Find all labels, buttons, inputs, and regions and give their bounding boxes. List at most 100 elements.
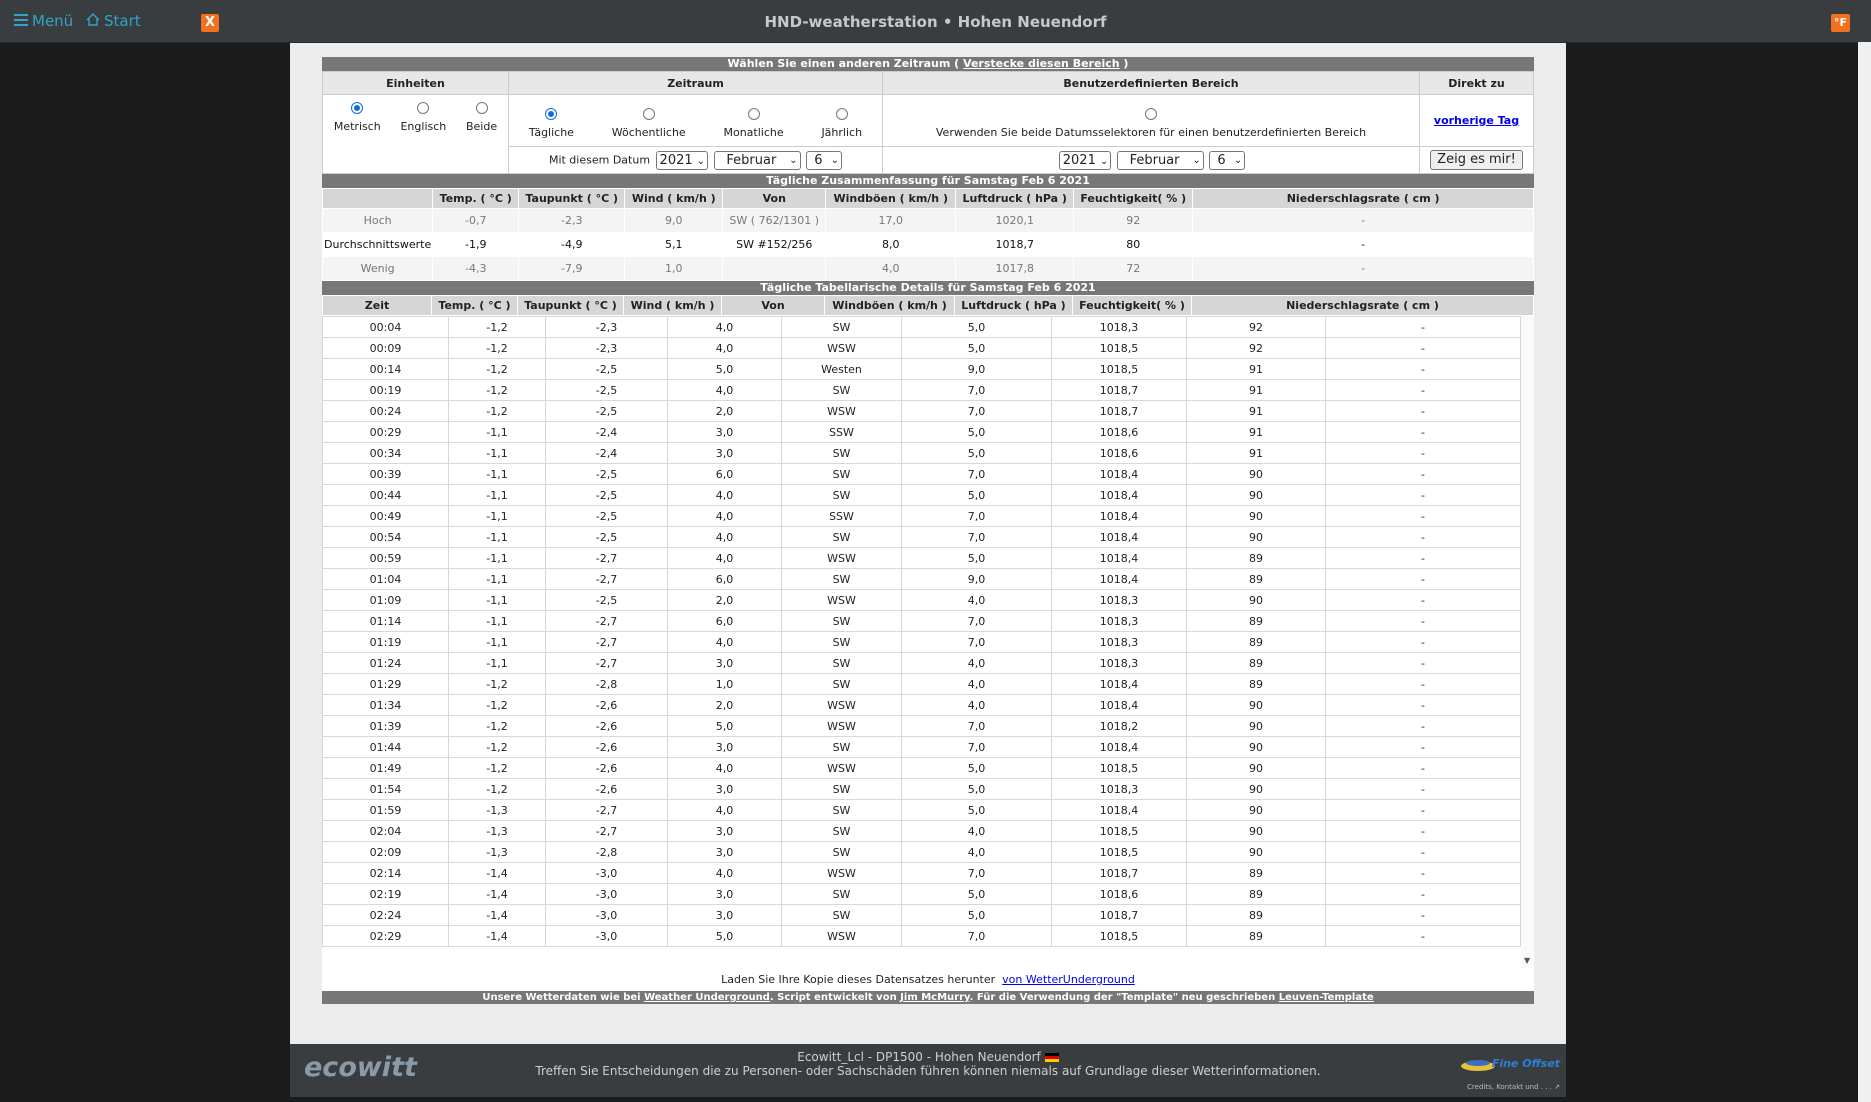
- custom-range-header: Benutzerdefinierten Bereich: [882, 71, 1420, 95]
- table-cell: -: [1325, 757, 1521, 779]
- units-radio-0[interactable]: Metrisch: [334, 102, 381, 133]
- jim-mcmurry-link[interactable]: Jim McMurry: [900, 992, 969, 1003]
- table-cell: 00:19: [322, 379, 449, 401]
- previous-day-link[interactable]: vorherige Tag: [1434, 114, 1519, 127]
- summary-cell: SW #152/256: [722, 232, 827, 257]
- year-select[interactable]: 2021 ⌄: [655, 150, 709, 170]
- credits-text-3: . Für die Verwendung der "Template" neu …: [969, 992, 1279, 1003]
- period-radio-circle[interactable]: [545, 108, 558, 120]
- details-column-header: Temp. ( °C ): [431, 295, 518, 316]
- table-cell: -1,1: [448, 421, 546, 443]
- details-scrollbar[interactable]: ▼: [1521, 316, 1534, 968]
- period-radio-0[interactable]: Tägliche: [529, 108, 574, 139]
- period-radio-3[interactable]: Jährlich: [821, 108, 862, 139]
- custom-range-radio-circle[interactable]: [1145, 108, 1157, 120]
- table-cell: 4,0: [667, 862, 782, 884]
- summary-cell: 1020,1: [955, 208, 1075, 233]
- details-column-header: Luftdruck ( hPa ): [954, 295, 1073, 316]
- period-radio-circle[interactable]: [747, 108, 760, 120]
- table-cell: -: [1325, 400, 1521, 422]
- summary-cell: -7,9: [518, 256, 626, 281]
- table-cell: -: [1325, 631, 1521, 653]
- table-cell: 91: [1186, 442, 1326, 464]
- site-title: HND-weatherstation • Hohen Neuendorf: [764, 13, 1107, 31]
- table-cell: 1018,6: [1051, 421, 1187, 443]
- units-radio-circle[interactable]: [417, 102, 430, 114]
- custom-month-select[interactable]: Februar ⌄: [1116, 150, 1204, 170]
- credits-contact-link[interactable]: Credits, Kontakt und . . . ↗: [1467, 1083, 1560, 1091]
- table-cell: -1,1: [448, 631, 546, 653]
- table-cell: 7,0: [901, 610, 1052, 632]
- table-row: 01:49 -1,2 -2,6 4,0 WSW 5,0 1018,5 90-: [322, 757, 1521, 779]
- table-cell: SW: [781, 883, 902, 905]
- chevron-down-icon: ⌄: [1099, 155, 1109, 167]
- table-row: 01:14 -1,1 -2,7 6,0 SW 7,0 1018,3 89-: [322, 610, 1521, 632]
- table-cell: -: [1325, 484, 1521, 506]
- table-row: 02:09 -1,3 -2,8 3,0 SW 4,0 1018,5 90-: [322, 841, 1521, 863]
- units-radio-2[interactable]: Beide: [466, 102, 497, 133]
- details-scroll-area[interactable]: 00:04 -1,2 -2,3 4,0 SW 5,0 1018,3 92-00:09 -1,2-…: [322, 316, 1534, 968]
- page-scrollbar[interactable]: [1858, 42, 1871, 1102]
- weather-underground-link[interactable]: Weather Underground: [644, 992, 770, 1003]
- summary-column-header: Feuchtigkeit( % ): [1073, 188, 1194, 209]
- table-cell: -: [1325, 379, 1521, 401]
- period-radio-circle[interactable]: [642, 108, 655, 120]
- table-cell: 1018,5: [1051, 757, 1187, 779]
- table-cell: 1018,4: [1051, 694, 1187, 716]
- table-cell: -: [1325, 883, 1521, 905]
- table-cell: 5,0: [901, 442, 1052, 464]
- wunderground-download-link[interactable]: von WetterUnderground: [1002, 973, 1135, 986]
- hide-section-link[interactable]: Verstecke diesen Bereich: [963, 57, 1120, 70]
- table-cell: 89: [1186, 568, 1326, 590]
- custom-day-select-value: 6: [1217, 152, 1226, 168]
- fahrenheit-toggle-button[interactable]: °F: [1831, 14, 1850, 32]
- table-cell: 01:49: [322, 757, 449, 779]
- table-cell: 1018,3: [1051, 652, 1187, 674]
- units-radio-circle[interactable]: [475, 102, 488, 114]
- units-radio-label: Beide: [465, 120, 498, 133]
- leuven-template-link[interactable]: Leuven-Template: [1279, 992, 1374, 1003]
- table-cell: 5,0: [901, 799, 1052, 821]
- table-cell: WSW: [781, 337, 902, 359]
- table-cell: -2,3: [545, 316, 668, 338]
- table-cell: -1,4: [448, 904, 546, 926]
- table-cell: 1018,3: [1051, 778, 1187, 800]
- table-cell: 01:14: [322, 610, 449, 632]
- table-cell: -1,2: [448, 673, 546, 695]
- units-radio-circle[interactable]: [351, 102, 364, 114]
- show-me-button[interactable]: Zeig es mir!: [1430, 150, 1523, 170]
- table-cell: 1018,4: [1051, 799, 1187, 821]
- chevron-down-icon: ⌄: [1192, 154, 1201, 166]
- custom-date-picker-cell: 2021 ⌄ Februar ⌄ 6 ⌄: [882, 146, 1420, 174]
- table-row: 02:19 -1,4 -3,0 3,0 SW 5,0 1018,6 89-: [322, 883, 1521, 905]
- summary-cell: Hoch: [321, 208, 434, 233]
- period-radio-1[interactable]: Wöchentliche: [612, 108, 686, 139]
- details-title: Tägliche Tabellarische Details für Samst…: [322, 281, 1534, 295]
- custom-range-radio[interactable]: Verwenden Sie beide Datumsselektoren für…: [884, 102, 1418, 139]
- table-cell: 00:09: [322, 337, 449, 359]
- units-radio-1[interactable]: Englisch: [400, 102, 446, 133]
- date-picker-cell: Mit diesem Datum 2021 ⌄ Februar ⌄ 6 ⌄: [508, 146, 883, 174]
- table-cell: 1018,4: [1051, 568, 1187, 590]
- table-cell: SW: [781, 610, 902, 632]
- table-cell: 1018,4: [1051, 547, 1187, 569]
- period-radio-circle[interactable]: [835, 108, 848, 120]
- units-radio-label: Metrisch: [333, 120, 381, 133]
- day-select[interactable]: 6 ⌄: [806, 150, 843, 170]
- table-cell: -2,5: [545, 505, 668, 527]
- month-select[interactable]: Februar ⌄: [713, 150, 801, 170]
- table-cell: -2,5: [545, 526, 668, 548]
- table-cell: WSW: [781, 400, 902, 422]
- table-cell: 01:19: [322, 631, 449, 653]
- table-cell: -2,5: [545, 358, 668, 380]
- table-cell: -1,4: [448, 925, 546, 947]
- custom-day-select[interactable]: 6 ⌄: [1209, 150, 1246, 170]
- period-radio-2[interactable]: Monatliche: [723, 108, 784, 139]
- table-cell: -1,2: [448, 694, 546, 716]
- units-cell: Metrisch Englisch Beide: [322, 94, 509, 174]
- scroll-down-arrow-icon[interactable]: ▼: [1524, 956, 1530, 965]
- custom-year-select[interactable]: 2021 ⌄: [1058, 150, 1112, 170]
- table-cell: -1,1: [448, 505, 546, 527]
- footer: ecowitt Ecowitt_Lcl - DP1500 - Hohen Neu…: [290, 1044, 1566, 1097]
- table-cell: -1,1: [448, 610, 546, 632]
